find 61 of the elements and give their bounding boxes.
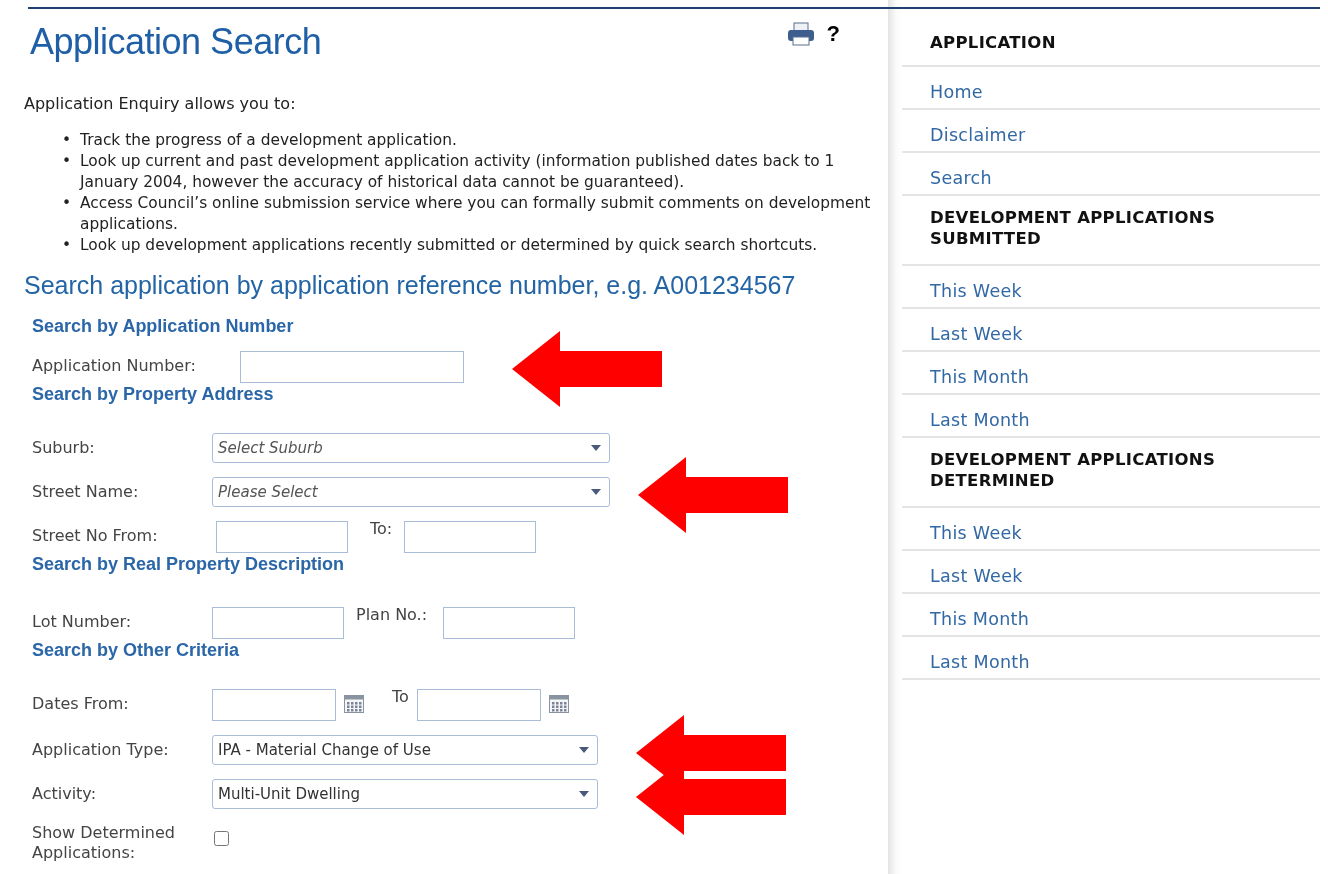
- text-field[interactable]: [240, 351, 464, 383]
- bullet-marker: •: [62, 151, 73, 172]
- dropdown[interactable]: Please Select: [212, 477, 610, 507]
- section-heading: Search by Application Number: [32, 315, 295, 337]
- dropdown[interactable]: Multi-Unit Dwelling: [212, 779, 598, 809]
- text-field[interactable]: [216, 521, 348, 553]
- sidebar-link[interactable]: Last Week: [902, 551, 1320, 594]
- field-label: Plan No.:: [355, 605, 429, 624]
- section-heading: Search by Other Criteria: [32, 639, 241, 661]
- sidebar-link[interactable]: Disclaimer: [902, 110, 1320, 153]
- dropdown[interactable]: Select Suburb: [212, 433, 610, 463]
- field-label: To: [391, 687, 410, 706]
- caret-icon: [591, 489, 601, 495]
- sidebar-link[interactable]: Last Week: [902, 309, 1320, 352]
- sidebar-link[interactable]: This Week: [902, 266, 1320, 309]
- text-field[interactable]: [443, 607, 576, 639]
- sidebar-heading: DEVELOPMENT APPLICATIONS DETERMINED: [902, 438, 1320, 508]
- field-label: Suburb:: [32, 437, 96, 457]
- bullet-item: Access Council’s online submission service where you can formally submit comments on development applications.: [80, 193, 872, 235]
- field-label: Show Determined Applications:: [32, 823, 176, 863]
- sidebar-link[interactable]: Search: [902, 153, 1320, 196]
- page-title: Application Search: [30, 20, 323, 64]
- checkbox[interactable]: [214, 831, 229, 846]
- text-field[interactable]: [212, 607, 344, 639]
- intro-text: Application Enquiry allows you to:: [24, 94, 297, 114]
- bullet-marker: •: [62, 130, 73, 151]
- calendar-icon[interactable]: [344, 695, 364, 713]
- sidebar-link[interactable]: Last Month: [902, 395, 1320, 438]
- bullet-item: Track the progress of a development application.: [80, 130, 457, 151]
- caret-icon: [579, 747, 589, 753]
- help-button[interactable]: ?: [826, 22, 840, 46]
- sidebar-link[interactable]: Last Month: [902, 637, 1320, 680]
- printer-icon[interactable]: [786, 22, 815, 46]
- sidebar-link[interactable]: This Week: [902, 508, 1320, 551]
- text-field[interactable]: [404, 521, 537, 553]
- sidebar-link[interactable]: Home: [902, 67, 1320, 110]
- sidebar-link[interactable]: This Month: [902, 594, 1320, 637]
- field-label: Dates From:: [32, 693, 130, 713]
- bullet-marker: •: [62, 235, 73, 256]
- field-label: Street Name:: [32, 481, 140, 501]
- section-heading: Search by Real Property Description: [32, 553, 346, 575]
- text-field[interactable]: [416, 689, 541, 721]
- bullet-item: Look up development applications recently submitted or determined by quick search shortcuts.: [80, 235, 818, 256]
- field-label: To:: [369, 519, 394, 538]
- bullet-marker: •: [62, 193, 73, 214]
- sidebar-heading: APPLICATION: [902, 14, 1320, 67]
- field-label: Activity:: [32, 783, 98, 803]
- field-label: Street No From:: [32, 525, 159, 545]
- caret-icon: [591, 445, 601, 451]
- field-label: Application Type:: [32, 739, 170, 759]
- field-label: Lot Number:: [32, 611, 133, 631]
- sidebar-link[interactable]: This Month: [902, 352, 1320, 395]
- calendar-icon[interactable]: [548, 695, 569, 713]
- text-field[interactable]: [212, 689, 336, 721]
- bullet-item: Look up current and past development application activity (information published dates back to 1 January 2004, however the accuracy of historical data cannot be guaranteed).: [80, 151, 836, 193]
- field-label: Application Number:: [32, 355, 197, 375]
- dropdown[interactable]: IPA - Material Change of Use: [212, 735, 598, 765]
- section-heading: Search by Property Address: [32, 383, 275, 405]
- caret-icon: [579, 791, 589, 797]
- search-heading: Search application by application reference number, e.g. A001234567: [24, 270, 797, 300]
- sidebar-heading: DEVELOPMENT APPLICATIONS SUBMITTED: [902, 196, 1320, 266]
